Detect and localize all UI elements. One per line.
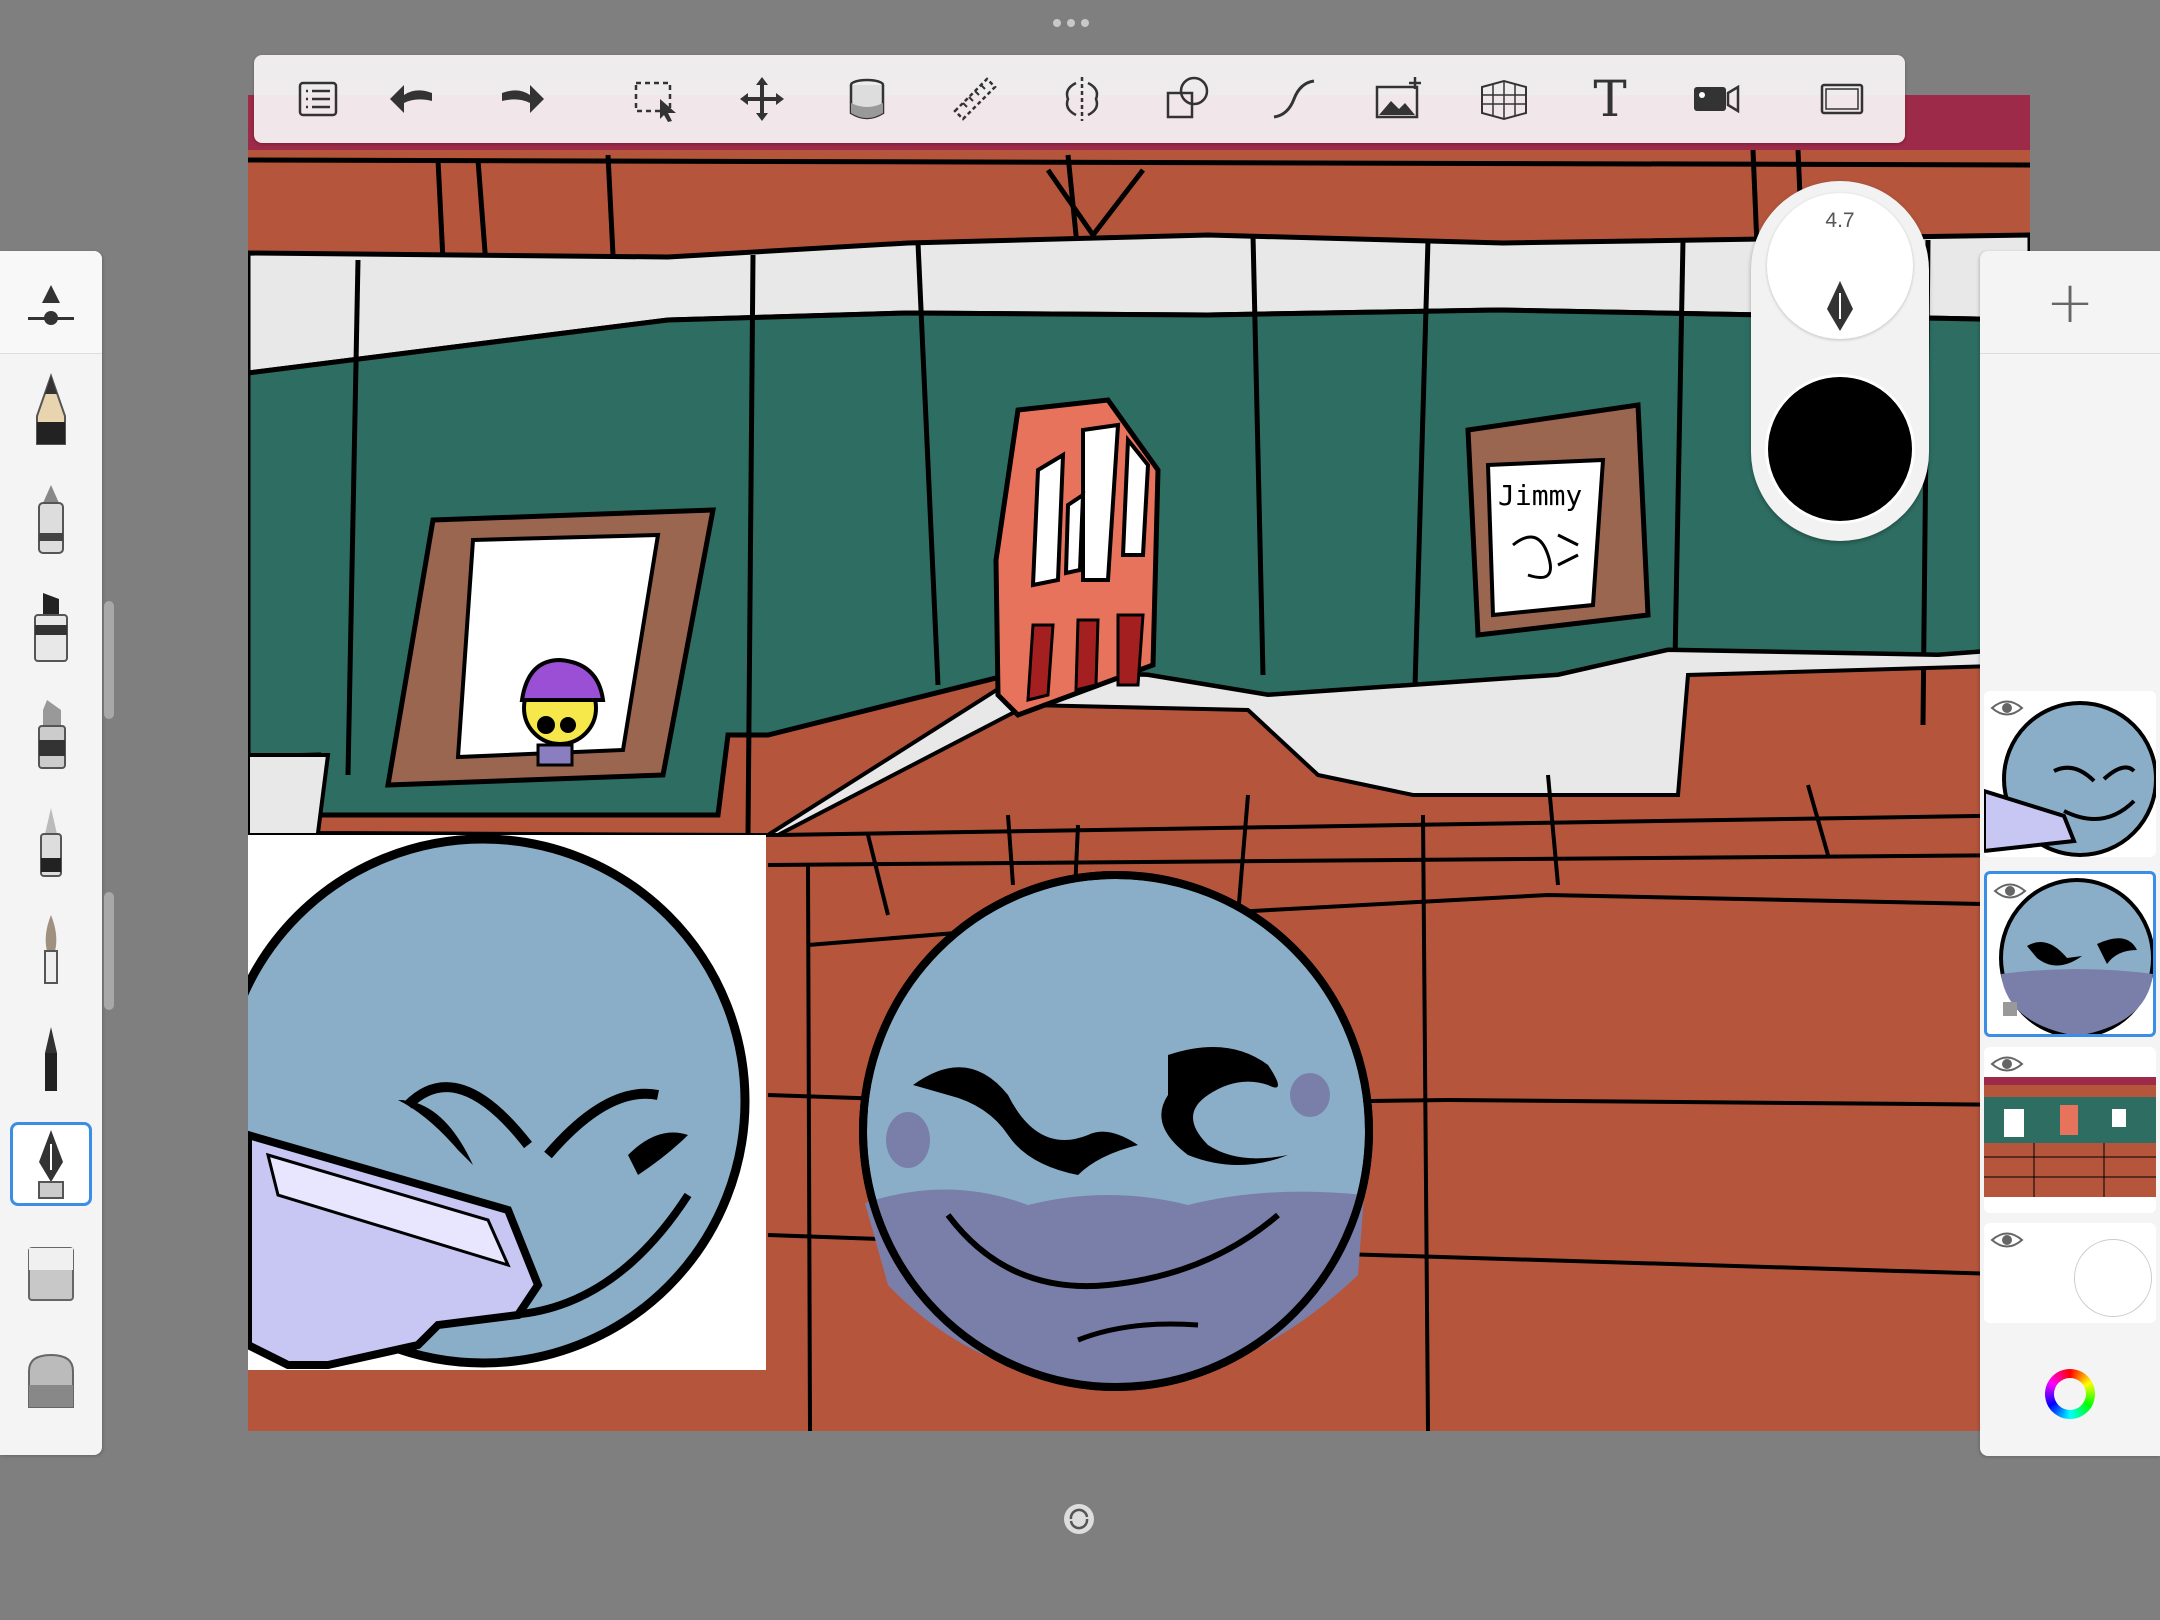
layers-panel: + [1980,251,2160,1456]
soft-eraser-brush[interactable] [10,1230,92,1314]
marker-icon [34,593,68,662]
chisel-marker-icon [38,700,66,769]
gun-character-image [248,834,766,1370]
chisel-marker-brush[interactable] [10,692,92,776]
import-image-button[interactable] [1371,71,1427,127]
time-lapse-button[interactable] [1688,71,1744,127]
stroke-button[interactable] [1266,71,1322,127]
curve-icon [1273,79,1315,119]
window-with-character [385,507,717,788]
blue-face [859,871,1373,1391]
symmetry-icon [1065,77,1099,121]
layer-character-face[interactable] [1984,871,2156,1037]
eye-icon[interactable] [1990,1229,2024,1251]
perspective-button[interactable] [1476,71,1532,127]
paint-bucket-icon [849,78,885,120]
more-options-handle[interactable] [1050,14,1110,34]
pencil-icon [36,372,66,445]
undo-button[interactable] [384,71,440,127]
ruler-button[interactable] [947,71,1003,127]
symmetry-button[interactable] [1054,71,1110,127]
opacity-slider-handle[interactable] [104,892,114,1010]
perspective-grid-icon [1481,79,1527,121]
move-icon [740,77,784,121]
fullscreen-icon [1820,83,1864,115]
image-add-icon [1375,77,1421,119]
ruler-icon [953,77,997,121]
color-wheel-icon[interactable] [2045,1369,2095,1419]
fineliner-icon [40,808,62,877]
brush-size-value: 4.7 [1825,209,1855,232]
brush-properties-button[interactable] [0,251,102,354]
layer-background-scene[interactable] [1984,1047,2156,1213]
layer-background-white[interactable] [1984,1223,2156,1323]
transform-button[interactable] [734,71,790,127]
hard-eraser-brush[interactable] [10,1337,92,1421]
redo-button[interactable] [494,71,550,127]
selection-button[interactable] [628,71,684,127]
brush-panel [0,251,102,1455]
layers-list-button[interactable] [290,71,346,127]
text-icon: T [1593,70,1627,128]
fineliner-brush[interactable] [10,800,92,884]
shapes-button[interactable] [1160,71,1216,127]
soft-eraser-icon [28,1247,74,1301]
rotate-reset-icon[interactable] [1062,1502,1096,1536]
hard-eraser-icon [28,1353,74,1408]
text-button[interactable]: T [1582,70,1638,128]
fountain-pen-brush[interactable] [10,1122,92,1206]
shapes-icon [1166,76,1209,119]
paintbrush-icon [44,915,58,984]
brush-puck: 4.7 [1751,181,1929,541]
brush-size-slider-handle[interactable] [104,601,114,719]
paintbrush-brush[interactable] [10,907,92,991]
background-color-swatch[interactable] [2074,1239,2152,1317]
sign-text: Jimmy [1498,479,1582,512]
brush-properties-icon [28,285,74,325]
ballpoint-brush[interactable] [10,477,92,561]
eye-icon[interactable] [1990,1053,2024,1075]
add-layer-button[interactable]: + [1980,251,2160,354]
eye-icon[interactable] [1993,880,2027,902]
fountain-pen-icon [38,1130,64,1199]
ballpoint-pen-icon [38,485,64,554]
airbrush-icon [45,1027,57,1091]
undo-icon [390,85,432,113]
marker-brush[interactable] [10,585,92,669]
layer-character-with-gun[interactable] [1984,691,2156,857]
airbrush-brush[interactable] [10,1015,92,1099]
color-puck[interactable] [1768,377,1912,521]
video-camera-icon [1694,84,1740,114]
fill-button[interactable] [839,71,895,127]
jimmy-sign: Jimmy [1465,402,1651,638]
pencil-brush[interactable] [10,368,92,452]
top-toolbar: T [254,55,1905,143]
fullscreen-button[interactable] [1814,71,1870,127]
list-icon [298,81,338,117]
door [993,397,1161,718]
selection-icon [634,81,676,122]
redo-icon [502,85,544,113]
eye-icon[interactable] [1990,697,2024,719]
fountain-pen-nib-icon [1827,281,1853,331]
